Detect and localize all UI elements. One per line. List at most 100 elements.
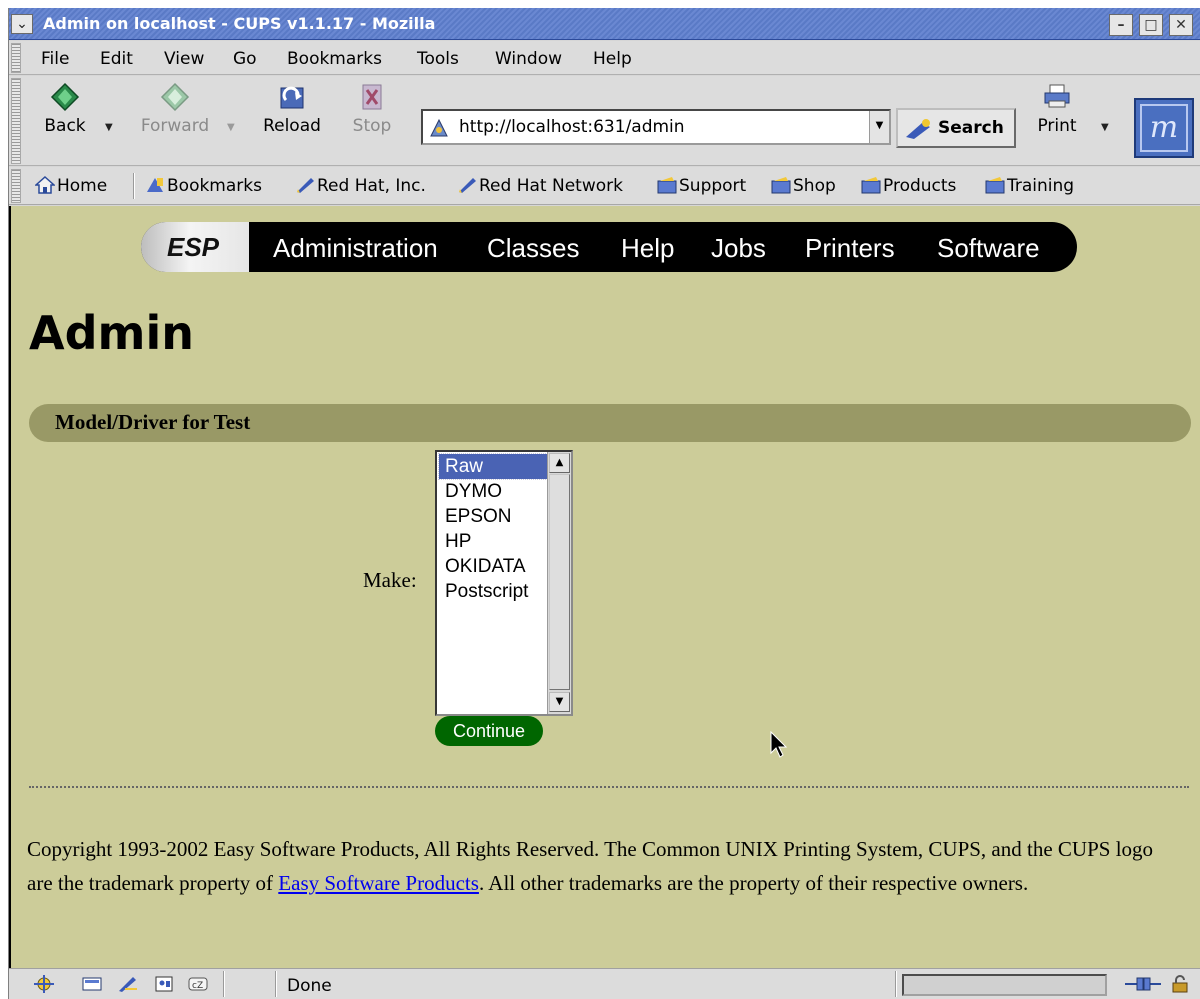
status-text: Done xyxy=(287,976,332,996)
continue-button[interactable]: Continue xyxy=(435,716,543,746)
status-bar: cZ Done xyxy=(9,968,1200,999)
make-option-dymo[interactable]: DYMO xyxy=(439,479,547,504)
menu-edit[interactable]: Edit xyxy=(100,49,133,69)
chatzilla-icon[interactable]: cZ xyxy=(187,975,209,993)
progress-meter xyxy=(902,974,1107,996)
toolbar-separator xyxy=(133,173,135,199)
search-icon xyxy=(906,119,930,139)
mail-icon[interactable] xyxy=(81,975,103,993)
nav-jobs[interactable]: Jobs xyxy=(711,233,766,264)
bookmark-link-icon xyxy=(459,178,476,193)
back-dropdown-icon[interactable]: ▼ xyxy=(105,122,113,133)
easy-software-products-link[interactable]: Easy Software Products xyxy=(278,871,479,895)
nav-software[interactable]: Software xyxy=(937,233,1040,264)
navigator-icon[interactable] xyxy=(33,975,55,993)
composer-icon[interactable] xyxy=(117,975,139,993)
bookmark-folder-products[interactable]: Products xyxy=(861,176,956,196)
bookmark-red-hat-network[interactable]: Red Hat Network xyxy=(457,176,623,196)
browser-window: ⌄ Admin on localhost - CUPS v1.1.17 - Mo… xyxy=(8,8,1200,999)
make-option-raw[interactable]: Raw xyxy=(438,453,548,480)
bookmarks-icon xyxy=(147,178,163,192)
maximize-button[interactable]: □ xyxy=(1139,14,1163,36)
nav-classes[interactable]: Classes xyxy=(487,233,579,264)
home-icon xyxy=(35,176,55,194)
reload-button[interactable]: Reload xyxy=(257,82,327,136)
back-button[interactable]: Back xyxy=(37,82,93,136)
online-status-icon[interactable] xyxy=(1123,975,1163,993)
forward-button[interactable]: Forward xyxy=(135,82,215,136)
stop-label: Stop xyxy=(352,116,392,136)
forward-dropdown-icon[interactable]: ▼ xyxy=(227,122,235,133)
menu-bar: File Edit View Go Bookmarks Tools Window… xyxy=(9,41,1200,75)
menu-bookmarks[interactable]: Bookmarks xyxy=(287,49,382,69)
address-book-icon[interactable] xyxy=(153,975,175,993)
url-dropdown-icon[interactable]: ▼ xyxy=(869,111,889,143)
make-option-okidata[interactable]: OKIDATA xyxy=(439,554,547,579)
make-option-hp[interactable]: HP xyxy=(439,529,547,554)
section-header: Model/Driver for Test xyxy=(29,404,1191,442)
scroll-down-icon[interactable]: ▼ xyxy=(549,692,570,712)
site-icon xyxy=(430,118,448,137)
forward-arrow-icon xyxy=(160,82,190,112)
folder-icon xyxy=(985,177,1005,194)
folder-icon xyxy=(861,177,881,194)
security-lock-icon[interactable] xyxy=(1169,975,1191,993)
statusbar-separator xyxy=(275,971,277,997)
listbox-scrollbar[interactable]: ▲ ▼ xyxy=(547,452,571,714)
mozilla-m-icon: m xyxy=(1140,104,1188,152)
printer-icon xyxy=(1044,84,1070,108)
back-arrow-icon xyxy=(50,82,80,112)
scroll-up-icon[interactable]: ▲ xyxy=(549,453,570,473)
stop-icon xyxy=(362,84,382,110)
toolbar-grip[interactable] xyxy=(11,169,21,203)
make-option-postscript[interactable]: Postscript xyxy=(439,579,547,604)
back-label: Back xyxy=(44,116,86,136)
menu-tools[interactable]: Tools xyxy=(417,49,459,69)
folder-icon xyxy=(771,177,791,194)
minimize-button[interactable]: – xyxy=(1109,14,1133,36)
window-title: Admin on localhost - CUPS v1.1.17 - Mozi… xyxy=(43,14,436,33)
stop-button[interactable]: Stop xyxy=(347,82,397,136)
bookmark-folder-shop[interactable]: Shop xyxy=(771,176,836,196)
personal-toolbar: Home Bookmarks Red Hat, Inc. Red Hat Net… xyxy=(9,167,1200,205)
bookmark-folder-training[interactable]: Training xyxy=(985,176,1074,196)
close-button[interactable]: ✕ xyxy=(1169,14,1193,36)
search-label: Search xyxy=(938,118,1004,138)
bookmark-bookmarks[interactable]: Bookmarks xyxy=(145,176,262,196)
menu-file[interactable]: File xyxy=(41,49,69,69)
nav-printers[interactable]: Printers xyxy=(805,233,895,264)
menu-view[interactable]: View xyxy=(164,49,204,69)
menu-help[interactable]: Help xyxy=(593,49,632,69)
url-text[interactable]: http://localhost:631/admin xyxy=(459,117,685,137)
bookmark-link-icon xyxy=(297,178,314,193)
section-title: Model/Driver for Test xyxy=(55,410,251,434)
esp-logo[interactable]: ESP xyxy=(141,222,249,272)
bookmark-home[interactable]: Home xyxy=(35,176,107,196)
folder-icon xyxy=(657,177,677,194)
bookmark-folder-support[interactable]: Support xyxy=(657,176,746,196)
print-button[interactable]: Print xyxy=(1027,82,1087,136)
scrollbar-thumb[interactable] xyxy=(549,474,570,690)
nav-help[interactable]: Help xyxy=(621,233,674,264)
make-listbox[interactable]: Raw DYMO EPSON HP OKIDATA Postscript ▲ ▼ xyxy=(435,450,573,716)
toolbar-grip[interactable] xyxy=(11,78,21,164)
reload-label: Reload xyxy=(263,116,321,136)
menu-go[interactable]: Go xyxy=(233,49,257,69)
nav-administration[interactable]: Administration xyxy=(273,233,438,264)
reload-icon xyxy=(280,86,304,109)
mozilla-throbber-logo[interactable]: m xyxy=(1134,98,1194,158)
url-bar[interactable]: http://localhost:631/admin xyxy=(421,109,891,145)
copyright-footer: Copyright 1993-2002 Easy Software Produc… xyxy=(27,837,1154,895)
toolbar-grip[interactable] xyxy=(11,43,21,73)
chevron-down-icon: ⌄ xyxy=(16,16,28,32)
statusbar-separator xyxy=(895,971,897,997)
forward-label: Forward xyxy=(140,116,210,136)
divider xyxy=(29,786,1189,788)
menu-window[interactable]: Window xyxy=(495,49,562,69)
print-dropdown-icon[interactable]: ▼ xyxy=(1101,122,1109,133)
make-option-epson[interactable]: EPSON xyxy=(439,504,547,529)
search-button[interactable]: Search xyxy=(896,108,1016,148)
window-menu-button[interactable]: ⌄ xyxy=(11,14,33,34)
print-label: Print xyxy=(1037,116,1077,136)
bookmark-red-hat-inc[interactable]: Red Hat, Inc. xyxy=(295,176,426,196)
